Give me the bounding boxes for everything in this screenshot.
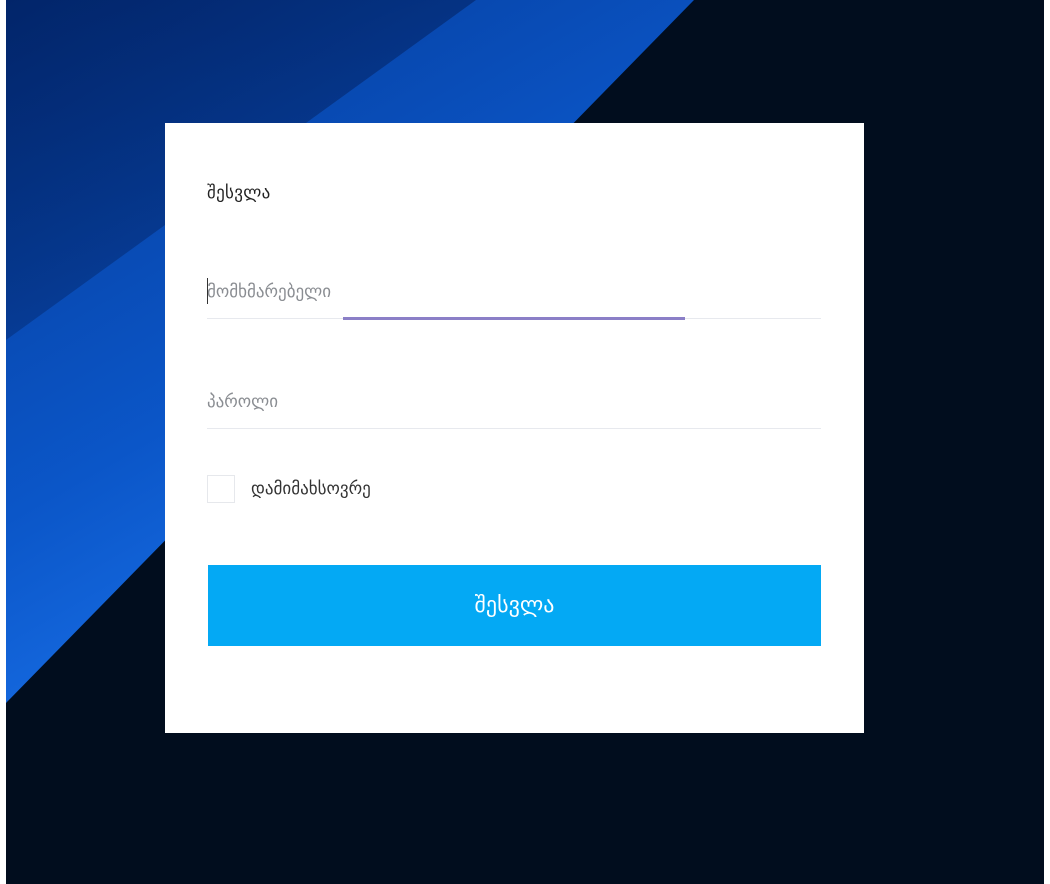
login-card: შესვლა დამიმახსოვრე შესვლა — [165, 123, 864, 733]
remember-checkbox[interactable] — [207, 475, 235, 503]
password-input[interactable] — [207, 386, 821, 418]
login-title: შესვლა — [207, 183, 271, 203]
login-page-background: შესვლა დამიმახსოვრე შესვლა — [6, 0, 1044, 884]
login-button[interactable]: შესვლა — [208, 565, 821, 646]
password-field — [207, 368, 821, 429]
remember-me[interactable]: დამიმახსოვრე — [207, 475, 371, 503]
username-field — [207, 258, 821, 320]
remember-label: დამიმახსოვრე — [251, 479, 371, 499]
focus-underline — [343, 317, 685, 320]
username-input[interactable] — [207, 276, 821, 308]
text-caret — [207, 278, 208, 304]
